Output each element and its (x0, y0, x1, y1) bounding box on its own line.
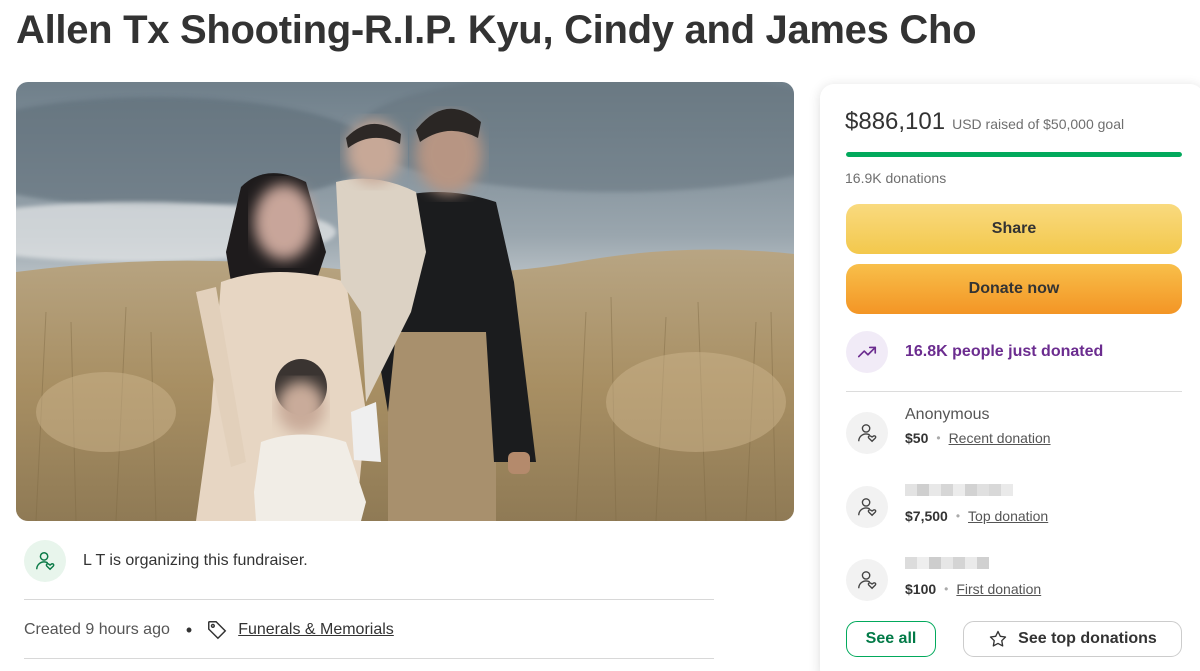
donor-name: Anonymous (905, 406, 990, 423)
organizer-row: L T is organizing this fundraiser. (24, 538, 714, 584)
redacted-donor-name (905, 484, 1048, 504)
donation-sidebar: $886,101 USD raised of $50,000 goal 16.9… (820, 84, 1200, 671)
star-icon (988, 629, 1008, 649)
donation-type-link[interactable]: First donation (956, 581, 1041, 597)
donor-separator: • (944, 582, 949, 596)
donor-avatar-icon (846, 486, 888, 528)
donate-now-button[interactable]: Donate now (846, 264, 1182, 314)
progress-bar (846, 152, 1182, 157)
donation-type-link[interactable]: Recent donation (949, 430, 1051, 446)
share-button[interactable]: Share (846, 204, 1182, 254)
sidebar-divider (846, 391, 1182, 392)
section-divider (24, 599, 714, 600)
redacted-donor-name (905, 557, 1041, 577)
donor-separator: • (955, 509, 961, 523)
donor-item: $100 • First donation (846, 553, 1041, 601)
recent-activity: 16.8K people just donated (846, 331, 1103, 373)
page-title: Allen Tx Shooting-R.I.P. Kyu, Cindy and … (16, 8, 977, 52)
see-all-button[interactable]: See all (846, 621, 936, 657)
donation-type-link[interactable]: Top donation (968, 508, 1048, 524)
donor-item: Anonymous $50 • Recent donation (846, 406, 1051, 454)
donation-count: 16.9K donations (845, 170, 947, 186)
campaign-hero-image (16, 82, 794, 521)
donor-avatar-icon (846, 412, 888, 454)
goal-text: USD raised of $50,000 goal (952, 116, 1125, 132)
progress-fill (846, 152, 1182, 157)
donor-item: $7,500 • Top donation (846, 480, 1048, 528)
tag-icon (206, 619, 228, 641)
donor-amount: $7,500 (905, 508, 948, 524)
donor-amount: $50 (905, 430, 929, 446)
category-link[interactable]: Funerals & Memorials (238, 621, 394, 639)
meta-separator: • (185, 619, 193, 640)
donor-avatar-icon (846, 559, 888, 601)
see-top-donations-label: See top donations (1018, 630, 1157, 647)
see-top-donations-button[interactable]: See top donations (963, 621, 1182, 657)
section-divider (24, 658, 714, 659)
campaign-meta: Created 9 hours ago • Funerals & Memoria… (24, 618, 394, 642)
heart-person-icon (24, 540, 66, 582)
raised-amount: $886,101 (845, 108, 946, 135)
organizer-text: L T is organizing this fundraiser. (83, 552, 308, 569)
donor-amount: $100 (905, 581, 937, 597)
trending-up-icon (846, 331, 888, 373)
created-time: Created 9 hours ago (24, 621, 170, 638)
amount-raised: $886,101 USD raised of $50,000 goal (845, 108, 1124, 136)
trend-text: 16.8K people just donated (905, 343, 1104, 360)
donor-separator: • (936, 431, 941, 445)
